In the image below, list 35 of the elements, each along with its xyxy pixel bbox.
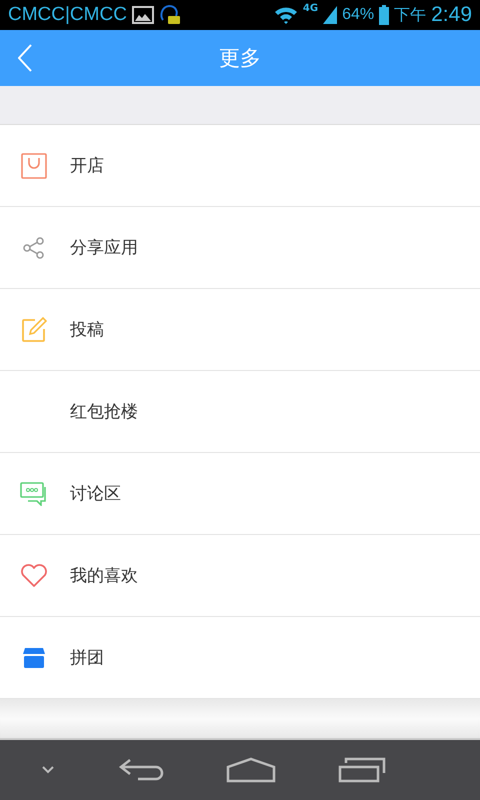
carrier-text: CMCC|CMCC [8, 4, 127, 26]
menu-label: 讨论区 [70, 483, 121, 505]
menu-label: 投稿 [70, 319, 104, 341]
battery-icon [379, 5, 390, 25]
menu-item[interactable]: 分享应用 [0, 207, 480, 289]
edit-icon [21, 316, 47, 342]
menu-label: 开店 [70, 155, 104, 177]
image-icon [132, 6, 154, 24]
menu-item[interactable]: 开店 [0, 125, 480, 207]
support-chat-icon [158, 4, 181, 26]
signal-icon [323, 6, 338, 24]
battery-percent-text: 64% [342, 6, 374, 24]
network-type-text: 4G [302, 3, 318, 14]
wifi-icon [274, 6, 298, 24]
menu-item[interactable]: 红包抢楼 [0, 371, 480, 453]
menu-label: 红包抢楼 [70, 401, 138, 423]
menu-label: 拼团 [70, 647, 104, 669]
menu-item[interactable]: 我的喜欢 [0, 535, 480, 617]
menu-item[interactable]: 投稿 [0, 289, 480, 371]
shopping-bag-icon [21, 152, 47, 178]
back-arrow-icon[interactable] [118, 758, 164, 782]
recent-apps-icon[interactable] [338, 757, 386, 783]
time-period-text: 下午 [394, 6, 426, 26]
menu-label: 分享应用 [70, 237, 138, 259]
chat-bubbles-icon [20, 482, 48, 506]
chevron-down-icon[interactable] [41, 765, 56, 775]
menu-item[interactable]: 讨论区 [0, 453, 480, 535]
menu-label: 我的喜欢 [70, 565, 138, 587]
back-icon [18, 44, 32, 72]
home-icon[interactable] [226, 757, 276, 783]
storefront-icon [22, 646, 46, 668]
clock-text: 2:49 [431, 3, 472, 27]
heart-icon [20, 564, 48, 588]
page-title: 更多 [219, 45, 261, 72]
share-icon [23, 236, 45, 258]
